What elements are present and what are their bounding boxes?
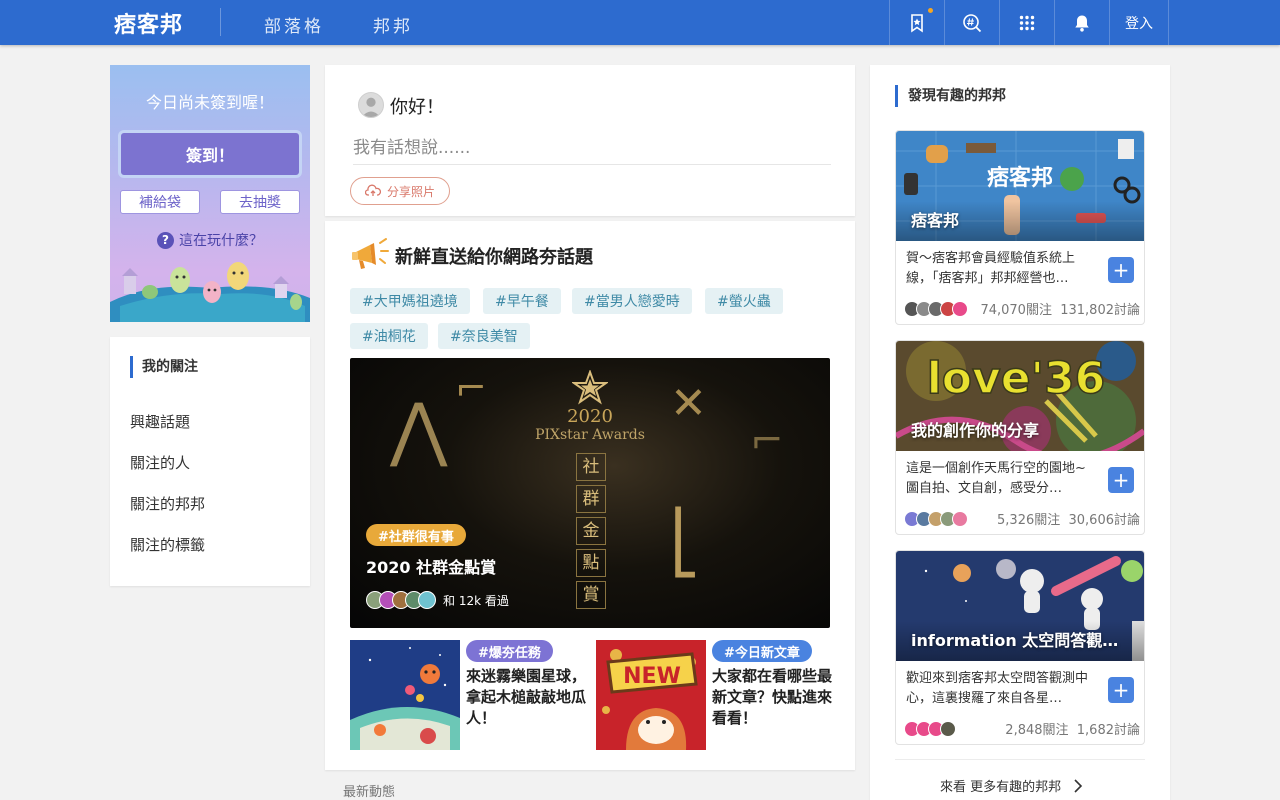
logo-divider: [220, 8, 221, 36]
group-follow-count: 74,070關注: [980, 303, 1052, 318]
avatar: [358, 92, 384, 118]
my-follow-card: 我的關注 興趣話題 關注的人 關注的邦邦 關注的標籤: [110, 337, 310, 586]
group-description: 這是一個創作天馬行空的園地~圖自拍、文自創，感受分…: [906, 461, 1086, 496]
cloud-upload-icon: [364, 184, 381, 196]
megaphone-icon: [352, 238, 389, 269]
topic-tag[interactable]: #當男人戀愛時: [572, 288, 692, 314]
new-articles-image: NEW: [596, 640, 706, 750]
latest-activity-heading: 最新動態: [343, 785, 396, 800]
new-articles-card[interactable]: NEW #今日新文章 大家都在看哪些最新文章？快點進來看看！: [596, 640, 836, 750]
group-name: information 太空問答觀…: [911, 631, 1119, 650]
follow-group-button[interactable]: +: [1108, 257, 1134, 283]
checkin-button[interactable]: 簽到！: [118, 130, 302, 178]
search-hashtag-icon: [963, 13, 982, 32]
svg-text:NEW: NEW: [623, 664, 681, 689]
howto-label: 這在玩什麼？: [179, 233, 263, 249]
group-name: 痞客邦: [911, 211, 960, 230]
search-button[interactable]: [944, 0, 999, 45]
group-stats: 74,070關注 131,802討論: [904, 299, 1140, 318]
share-photo-label: 分享照片: [386, 184, 435, 199]
greeting-text: 你好！: [390, 97, 444, 118]
site-logo[interactable]: 痞客邦: [114, 8, 183, 38]
notification-dot: [928, 8, 933, 13]
chevron-right-icon: [1074, 778, 1083, 793]
group-discussion-count: 30,606討論: [1068, 513, 1141, 528]
group-follow-count: 2,848關注: [1005, 723, 1069, 738]
top-navigation-bar: 痞客邦 部落格 邦邦 登入: [0, 0, 1280, 45]
featured-article-card[interactable]: ⌐ ⋀ ✕ ⌐ ⎣ 2020 PIXstar Awards 社 群 金 點 賞 …: [350, 358, 830, 628]
topic-tag[interactable]: #早午餐: [483, 288, 561, 314]
bell-icon: [1075, 15, 1089, 32]
nav-blog-link[interactable]: 部落格: [264, 12, 324, 37]
follow-item-people[interactable]: 關注的人: [130, 452, 190, 473]
topic-tag[interactable]: #油桐花: [350, 323, 428, 349]
lottery-button[interactable]: 去抽獎: [220, 190, 300, 214]
topic-tag[interactable]: #奈良美智: [438, 323, 530, 349]
follow-item-topics[interactable]: 興趣話題: [130, 411, 190, 432]
group-stats: 5,326關注 30,606討論: [904, 509, 1140, 528]
group-description: 歡迎來到痞客邦太空問答觀測中心，這裏搜羅了來自各星…: [906, 671, 1089, 706]
more-groups-label: 來看 更多有趣的邦邦: [940, 780, 1062, 795]
award-name: PIXstar Awards: [535, 427, 645, 443]
mascot-island-illustration: [110, 262, 310, 322]
mission-text: 來迷霧樂園星球，拿起木槌敲敲地瓜人！: [466, 667, 587, 727]
mission-badge: #爆夯任務: [466, 640, 553, 662]
mission-card[interactable]: #爆夯任務 來迷霧樂園星球，拿起木槌敲敲地瓜人！: [350, 640, 590, 750]
topic-tag[interactable]: #螢火蟲: [705, 288, 783, 314]
award-vertical-title: 社 群 金 點 賞: [576, 453, 606, 609]
follow-item-tags[interactable]: 關注的標籤: [130, 534, 205, 555]
discover-title: 發現有趣的邦邦: [895, 85, 1006, 107]
compose-card: 你好！ 分享照片: [325, 65, 855, 216]
follow-group-button[interactable]: +: [1108, 677, 1134, 703]
group-follow-count: 5,326關注: [997, 513, 1061, 528]
group-discussion-count: 131,802討論: [1060, 303, 1140, 318]
award-year: 2020: [567, 406, 613, 427]
viewer-avatars: 和 12k 看過: [366, 591, 509, 609]
group-stats: 2,848關注 1,682討論: [904, 719, 1140, 738]
group-description: 賀～痞客邦會員經驗值系統上線，「痞客邦」邦邦經營也…: [906, 251, 1076, 286]
post-input[interactable]: [353, 131, 831, 165]
svg-text:痞客邦: 痞客邦: [987, 165, 1053, 191]
svg-text:love'36: love'36: [927, 353, 1106, 404]
viewer-count: 和 12k 看過: [443, 593, 509, 608]
group-name: 我的創作你的分享: [911, 421, 1040, 440]
follow-group-button[interactable]: +: [1108, 467, 1134, 493]
feed-title: 新鮮直送給你網路夯話題: [395, 247, 593, 268]
group-discussion-count: 1,682討論: [1076, 723, 1140, 738]
more-groups-link[interactable]: 來看 更多有趣的邦邦: [940, 776, 1083, 795]
trending-feed-card: 新鮮直送給你網路夯話題 #大甲媽祖遶境 #早午餐 #當男人戀愛時 #螢火蟲 #油…: [325, 221, 855, 770]
login-button[interactable]: 登入: [1109, 0, 1169, 45]
nav-bangbang-link[interactable]: 邦邦: [373, 12, 413, 37]
group-card[interactable]: love'36 我的創作你的分享 這是一個創作天馬行空的園地~圖自拍、文自創，感…: [895, 340, 1145, 535]
hero-category-badge: #社群很有事: [366, 524, 466, 546]
my-follow-title: 我的關注: [130, 356, 198, 378]
checkin-status-text: 今日尚未簽到喔！: [145, 93, 274, 112]
new-articles-badge: #今日新文章: [712, 640, 812, 662]
apps-grid-icon: [1019, 15, 1035, 30]
divider: [895, 759, 1145, 760]
hero-title: 2020 社群金點賞: [366, 558, 497, 577]
apps-button[interactable]: [999, 0, 1054, 45]
question-icon: ?: [157, 231, 174, 249]
award-star-icon: [572, 370, 608, 405]
howto-link[interactable]: ? 這在玩什麼？: [110, 230, 310, 250]
follow-item-groups[interactable]: 關注的邦邦: [130, 493, 205, 514]
notifications-button[interactable]: [1054, 0, 1109, 45]
bookmark-star-icon: [911, 13, 923, 33]
checkin-card: 今日尚未簽到喔！ 簽到！ 補給袋 去抽獎 ? 這在玩什麼？: [110, 65, 310, 322]
topic-tag[interactable]: #大甲媽祖遶境: [350, 288, 470, 314]
space-island-image: [350, 640, 460, 750]
group-card[interactable]: information 太空問答觀… 歡迎來到痞客邦太空問答觀測中心，這裏搜羅了…: [895, 550, 1145, 745]
group-card[interactable]: 痞客邦 痞客邦 賀～痞客邦會員經驗值系統上線，「痞客邦」邦邦經營也… + 74,…: [895, 130, 1145, 325]
share-photo-button[interactable]: 分享照片: [350, 177, 450, 205]
new-articles-text: 大家都在看哪些最新文章？快點進來看看！: [712, 667, 833, 727]
discover-groups-card: 發現有趣的邦邦 痞客邦 痞客邦 賀～痞客邦會員經驗值系統上線，「痞客邦」邦邦經營…: [870, 65, 1170, 800]
bookmark-button[interactable]: [889, 0, 944, 45]
supply-bag-button[interactable]: 補給袋: [120, 190, 200, 214]
